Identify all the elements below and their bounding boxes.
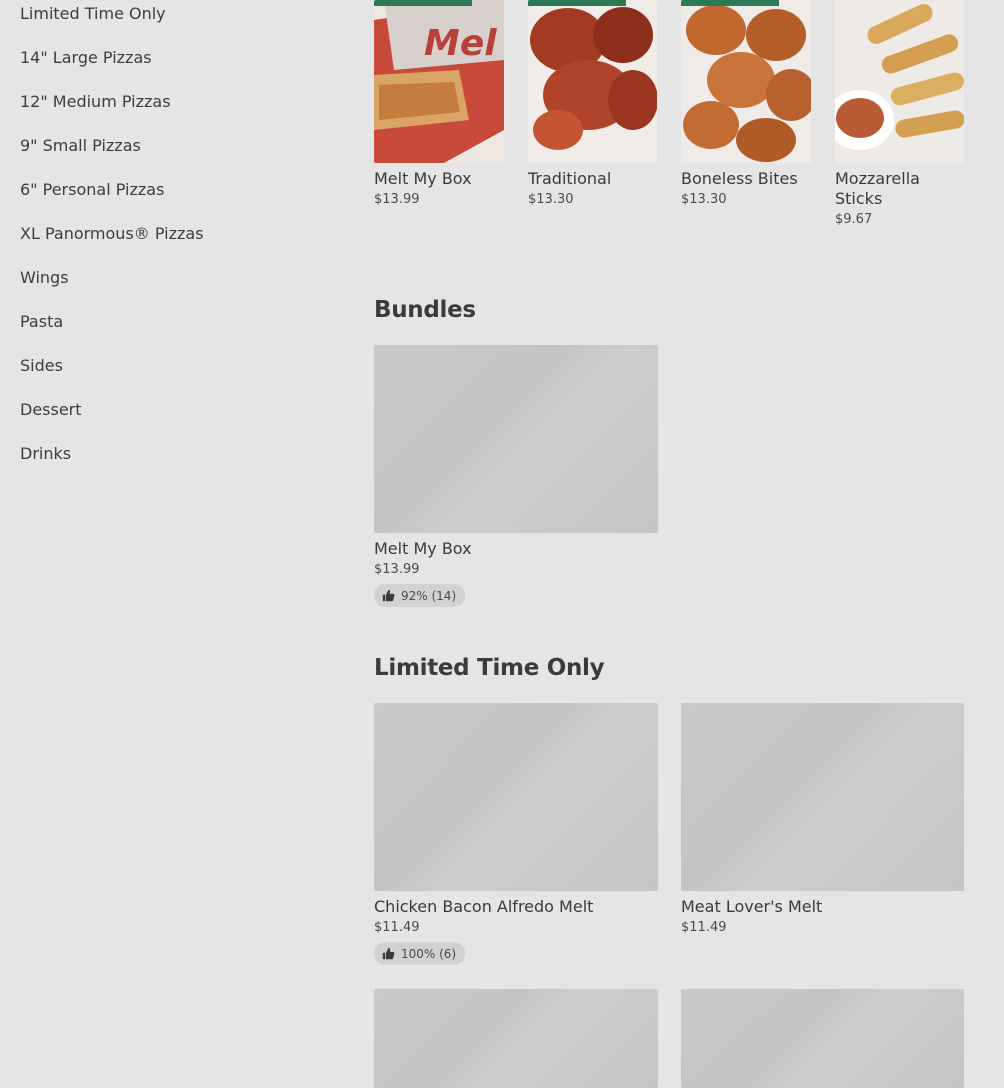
product-card-mozzarella-sticks[interactable]: Mozzarella Sticks $9.67	[835, 0, 964, 227]
product-image-placeholder	[374, 345, 658, 533]
product-card-traditional[interactable]: Traditional $13.30	[528, 0, 658, 207]
section-title-bundles: Bundles	[374, 297, 476, 323]
sidebar-item-6-personal-pizzas[interactable]: 6" Personal Pizzas	[20, 176, 320, 220]
sidebar-item-14-large-pizzas[interactable]: 14" Large Pizzas	[20, 44, 320, 88]
rating-badge: 92% (14)	[374, 584, 466, 607]
sidebar-item-wings[interactable]: Wings	[20, 264, 320, 308]
product-name: Mozzarella Sticks	[835, 169, 920, 208]
product-image-placeholder	[374, 703, 658, 891]
product-card-bundle-melt-my-box[interactable]: Melt My Box $13.99 92% (14)	[374, 345, 658, 607]
product-price: $13.99	[374, 192, 420, 207]
product-card-melt-my-box[interactable]: Mel Melt My Box $13.99	[374, 0, 504, 207]
sidebar-item-drinks[interactable]: Drinks	[20, 440, 320, 484]
rating-text: 92% (14)	[401, 588, 457, 603]
product-card-placeholder[interactable]	[374, 989, 658, 1088]
product-price: $13.30	[528, 192, 574, 207]
rating-badge: 100% (6)	[374, 942, 466, 965]
product-image: Mel	[374, 0, 504, 163]
product-image-placeholder	[681, 703, 964, 891]
section-title-limited-time-only: Limited Time Only	[374, 655, 605, 681]
sidebar-item-limited-time-only[interactable]: Limited Time Only	[20, 0, 320, 44]
category-sidebar: Limited Time Only 14" Large Pizzas 12" M…	[20, 0, 320, 484]
product-name: Melt My Box	[374, 539, 472, 558]
svg-text:Mel: Mel	[424, 23, 497, 64]
product-name: Boneless Bites	[681, 169, 798, 188]
product-card-boneless-bites[interactable]: Boneless Bites $13.30	[681, 0, 811, 207]
product-image-placeholder	[374, 989, 658, 1088]
product-name: Traditional	[528, 169, 612, 188]
product-card-placeholder[interactable]	[681, 989, 964, 1088]
product-price: $11.49	[681, 920, 727, 935]
thumbs-up-icon	[382, 589, 395, 602]
product-card-chicken-bacon-alfredo-melt[interactable]: Chicken Bacon Alfredo Melt $11.49 100% (…	[374, 703, 658, 965]
sidebar-item-sides[interactable]: Sides	[20, 352, 320, 396]
product-name: Meat Lover's Melt	[681, 897, 823, 916]
product-image-placeholder	[681, 989, 964, 1088]
rating-text: 100% (6)	[401, 946, 457, 961]
sidebar-item-xl-panormous-pizzas[interactable]: XL Panormous® Pizzas	[20, 220, 320, 264]
product-price: $13.99	[374, 562, 420, 577]
menu-page: Limited Time Only 14" Large Pizzas 12" M…	[0, 0, 1004, 1088]
sidebar-item-9-small-pizzas[interactable]: 9" Small Pizzas	[20, 132, 320, 176]
product-price: $11.49	[374, 920, 420, 935]
thumbs-up-icon	[382, 947, 395, 960]
sidebar-item-pasta[interactable]: Pasta	[20, 308, 320, 352]
product-name: Chicken Bacon Alfredo Melt	[374, 897, 594, 916]
product-price: $9.67	[835, 212, 873, 227]
product-price: $13.30	[681, 192, 727, 207]
product-image	[835, 0, 964, 163]
product-image	[681, 0, 811, 163]
sidebar-item-12-medium-pizzas[interactable]: 12" Medium Pizzas	[20, 88, 320, 132]
product-card-meat-lovers-melt[interactable]: Meat Lover's Melt $11.49	[681, 703, 964, 935]
sidebar-item-dessert[interactable]: Dessert	[20, 396, 320, 440]
product-image	[528, 0, 657, 163]
product-name: Melt My Box	[374, 169, 472, 188]
